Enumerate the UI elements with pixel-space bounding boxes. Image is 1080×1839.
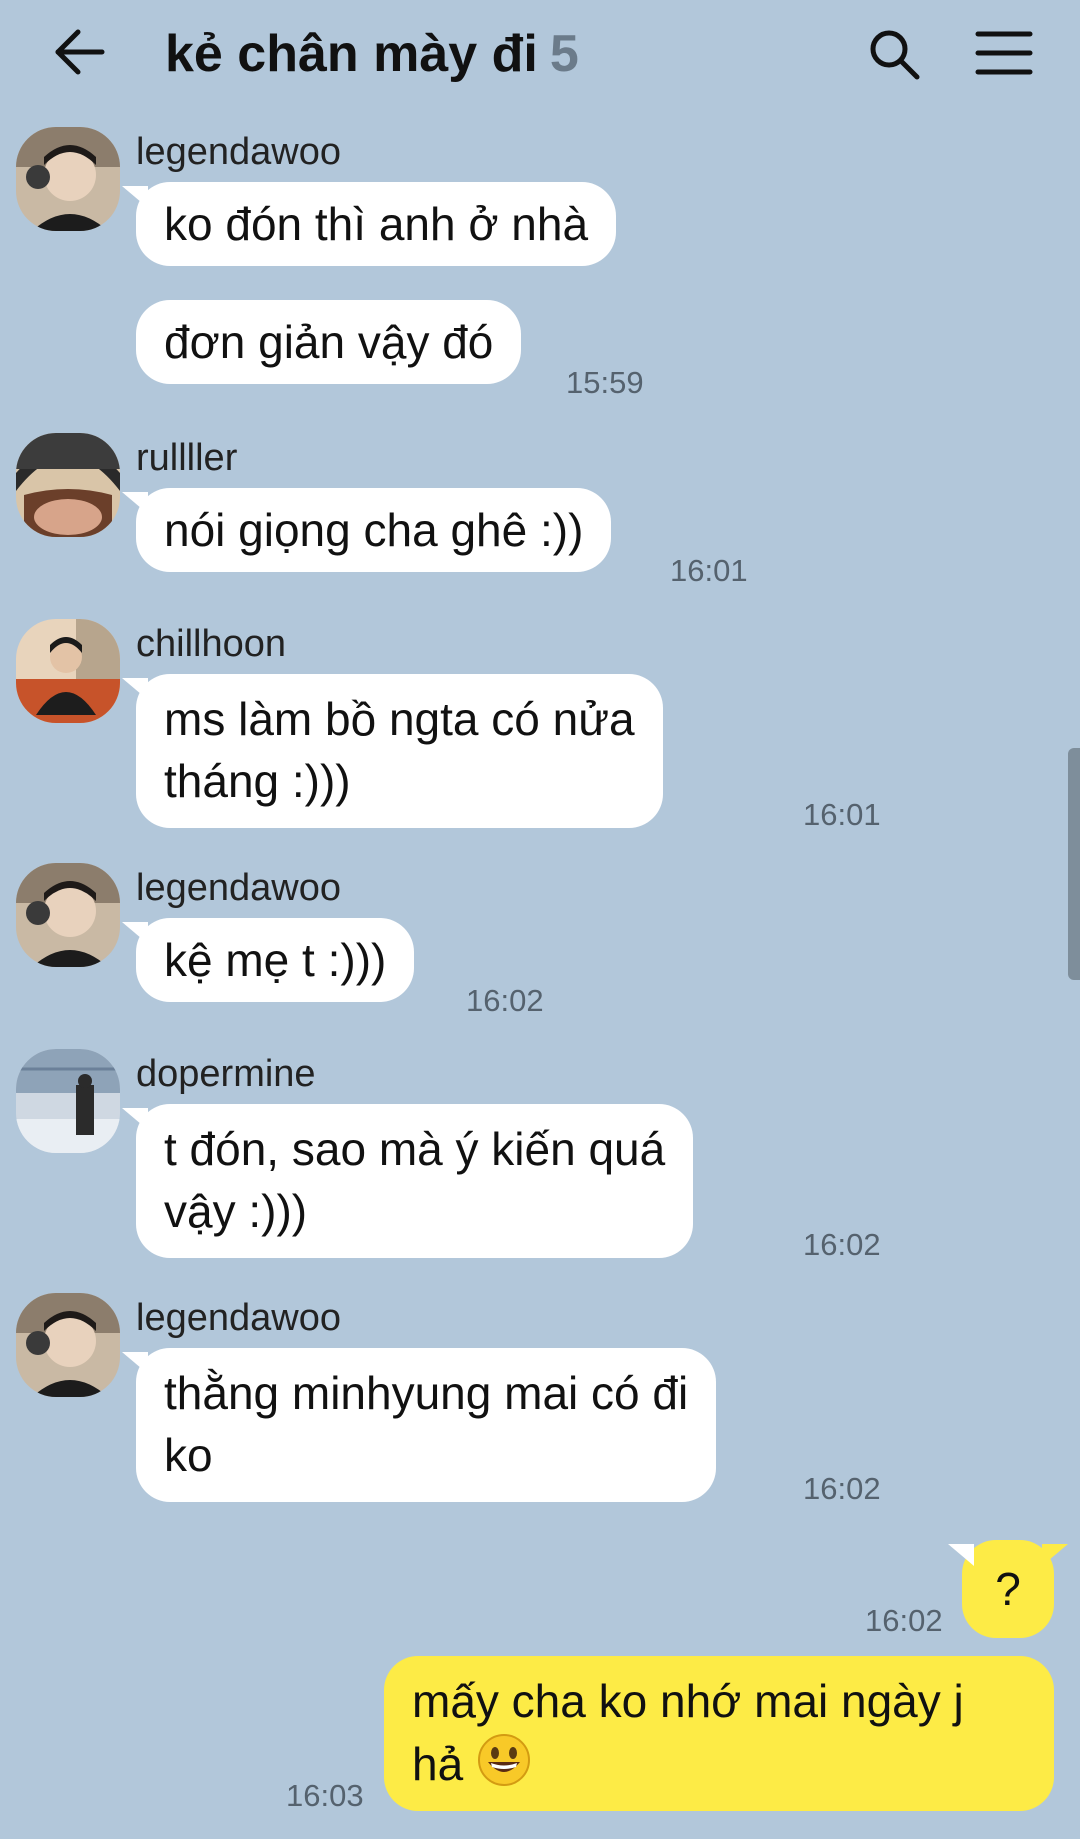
avatar-dopermine[interactable] [16, 1049, 120, 1153]
message-line-text: hả [412, 1738, 464, 1790]
sender-name: dopermine [136, 1053, 316, 1095]
message-time: 16:02 [803, 1471, 881, 1506]
arrow-left-icon [55, 29, 105, 75]
grinning-face-emoji-icon [477, 1734, 530, 1786]
message-line: ms làm bồ ngta có nửa [164, 693, 635, 745]
my-message-bubble[interactable]: ? [948, 1540, 1068, 1638]
message-line: hả [412, 1732, 1026, 1795]
message-bubble[interactable]: kệ mẹ t :))) [121, 918, 415, 1002]
back-button[interactable] [52, 22, 108, 82]
chat-title-text: kẻ chân mày đi [165, 25, 538, 83]
avatar-rullller[interactable] [16, 433, 120, 537]
chat-screen: kẻ chân mày đi 5 legendawoo ko đón thì a… [0, 0, 1080, 1839]
message-time: 16:01 [803, 797, 881, 832]
message-line: tháng :))) [164, 755, 351, 807]
message-bubble[interactable]: t đón, sao mà ý kiến quá vậy :))) [121, 1104, 694, 1258]
chat-title: kẻ chân mày đi 5 [165, 22, 579, 86]
chat-header: kẻ chân mày đi 5 [0, 0, 1080, 112]
scrollbar[interactable] [1068, 748, 1080, 980]
message-time: 16:02 [466, 983, 544, 1018]
search-button[interactable] [866, 26, 922, 82]
message-bubble[interactable]: ko đón thì anh ở nhà [121, 182, 617, 266]
message-line: thằng minhyung mai có đi [164, 1367, 689, 1419]
avatar-legendawoo-image [16, 127, 120, 231]
message-time: 15:59 [566, 365, 644, 400]
avatar-legendawoo[interactable] [16, 1293, 120, 1397]
search-icon [870, 30, 920, 80]
message-time: 16:03 [286, 1778, 364, 1813]
avatar-chillhoon[interactable] [16, 619, 120, 723]
avatar-dopermine-image [16, 1049, 120, 1153]
sender-name: legendawoo [136, 131, 341, 173]
avatar-legendawoo[interactable] [16, 863, 120, 967]
avatar-legendawoo[interactable] [16, 127, 120, 231]
message-bubble[interactable]: thằng minhyung mai có đi ko [121, 1348, 717, 1502]
menu-button[interactable] [975, 28, 1033, 78]
avatar-legendawoo-image [16, 1293, 120, 1397]
message-line: mấy cha ko nhớ mai ngày j [412, 1675, 964, 1727]
message-time: 16:02 [865, 1603, 943, 1638]
avatar-chillhoon-image [16, 619, 120, 723]
menu-icon [975, 31, 1033, 75]
message-line: t đón, sao mà ý kiến quá [164, 1123, 666, 1175]
my-message-bubble[interactable]: mấy cha ko nhớ mai ngày j hả [384, 1656, 1054, 1811]
member-count: 5 [549, 25, 579, 83]
sender-name: chillhoon [136, 623, 286, 665]
message-time: 16:01 [670, 553, 748, 588]
sender-name: rullller [136, 437, 238, 479]
sender-name: legendawoo [136, 867, 341, 909]
sender-name: legendawoo [136, 1297, 341, 1339]
message-bubble[interactable]: nói giọng cha ghê :)) [121, 488, 612, 572]
message-time: 16:02 [803, 1227, 881, 1262]
message-line: vậy :))) [164, 1185, 308, 1237]
avatar-rullller-image [16, 433, 120, 537]
avatar-legendawoo-image [16, 863, 120, 967]
message-bubble[interactable]: ms làm bồ ngta có nửa tháng :))) [122, 674, 663, 828]
message-line: ko [164, 1429, 213, 1481]
message-bubble[interactable]: đơn giản vậy đó [136, 300, 522, 384]
